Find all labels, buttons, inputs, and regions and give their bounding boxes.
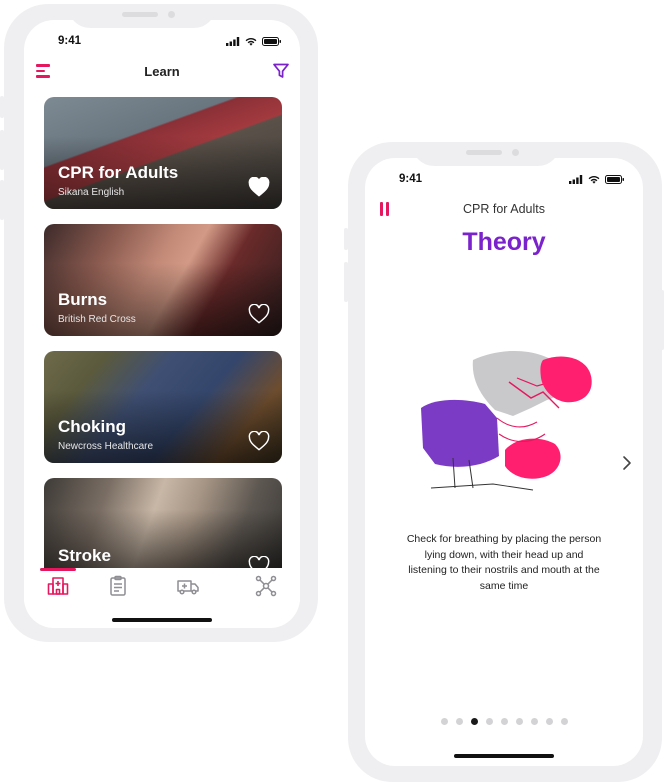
hospital-icon[interactable] xyxy=(46,574,70,598)
chevron-right-icon[interactable] xyxy=(621,454,633,472)
course-title: CPR for Adults xyxy=(58,163,179,182)
lesson-header: CPR for Adults xyxy=(365,198,643,220)
battery-icon xyxy=(605,174,624,184)
heart-filled-icon[interactable] xyxy=(248,177,270,197)
ambulance-icon[interactable] xyxy=(176,574,200,598)
page-dot[interactable] xyxy=(500,718,508,725)
status-icons xyxy=(569,174,625,184)
phone-frame-lesson: 9:41 CPR for Adults Theory Check for bre… xyxy=(348,142,662,782)
phone-frame-learn: 9:41 Learn CPR for Adults Sikana English xyxy=(4,4,318,642)
course-title: Choking xyxy=(58,417,126,436)
status-time: 9:41 xyxy=(58,35,82,47)
section-title: Theory xyxy=(462,228,546,256)
home-indicator xyxy=(112,618,212,622)
bottom-tab-bar xyxy=(24,568,300,604)
lesson-caption: Check for breathing by placing the perso… xyxy=(406,533,602,592)
course-card-cpr[interactable]: CPR for Adults Sikana English xyxy=(44,97,282,209)
course-title: Burns xyxy=(58,290,108,309)
page-dot[interactable] xyxy=(530,718,538,725)
wifi-icon xyxy=(245,37,257,46)
course-provider: Newcross Healthcare xyxy=(58,441,154,452)
course-card-burns[interactable]: Burns British Red Cross xyxy=(44,224,282,336)
status-bar: 9:41 xyxy=(24,28,300,54)
page-dot[interactable] xyxy=(485,718,493,725)
learn-topbar: Learn xyxy=(24,58,300,86)
page-dot[interactable] xyxy=(560,718,568,725)
battery-icon xyxy=(262,36,281,46)
page-dot[interactable] xyxy=(515,718,523,725)
page-title: Learn xyxy=(144,64,180,79)
page-dot[interactable] xyxy=(455,718,463,725)
status-time: 9:41 xyxy=(399,173,423,185)
heart-outline-icon[interactable] xyxy=(248,556,270,568)
course-provider: British Red Cross xyxy=(58,314,136,325)
home-indicator xyxy=(454,754,554,758)
learn-screen: 9:41 Learn CPR for Adults Sikana English xyxy=(24,20,300,628)
course-card-stroke[interactable]: Stroke xyxy=(44,478,282,568)
course-card-choking[interactable]: Choking Newcross Healthcare xyxy=(44,351,282,463)
wifi-icon xyxy=(588,175,600,184)
lesson-title: CPR for Adults xyxy=(463,202,545,216)
network-icon[interactable] xyxy=(254,574,278,598)
active-tab-indicator xyxy=(40,568,76,571)
status-bar: 9:41 xyxy=(365,166,643,192)
signal-icon xyxy=(226,36,240,46)
page-indicator xyxy=(365,718,643,725)
course-title: Stroke xyxy=(58,546,111,565)
page-dot[interactable] xyxy=(470,718,478,725)
clipboard-icon[interactable] xyxy=(106,574,130,598)
cpr-illustration xyxy=(421,350,592,491)
signal-icon xyxy=(569,174,583,184)
heart-outline-icon[interactable] xyxy=(248,304,270,324)
notch xyxy=(68,4,216,28)
status-icons xyxy=(226,36,282,46)
filter-icon[interactable] xyxy=(272,62,290,80)
heart-outline-icon[interactable] xyxy=(248,431,270,451)
page-dot[interactable] xyxy=(545,718,553,725)
course-provider: Sikana English xyxy=(58,187,125,198)
page-dot[interactable] xyxy=(440,718,448,725)
lesson-screen: 9:41 CPR for Adults Theory Check for bre… xyxy=(365,158,643,766)
notch xyxy=(412,142,560,166)
